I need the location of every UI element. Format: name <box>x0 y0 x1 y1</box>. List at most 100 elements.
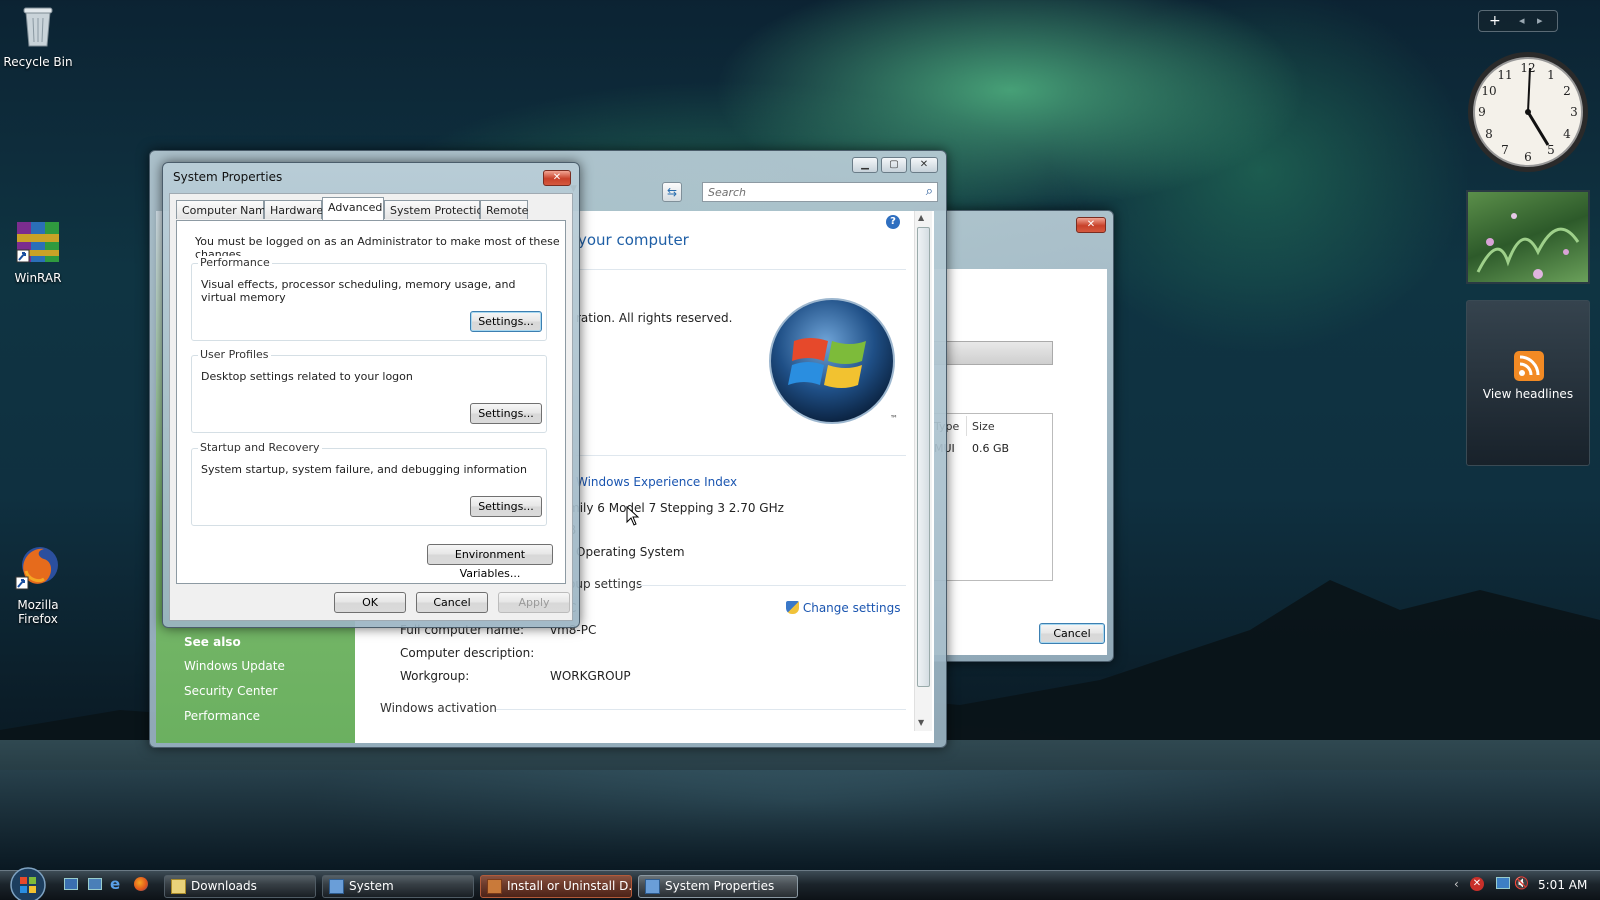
cancel-button[interactable]: Cancel <box>1039 623 1105 644</box>
divider <box>576 269 906 270</box>
tray-expand-icon[interactable]: ‹ <box>1454 877 1459 891</box>
sidebar-controls: + ◂ ▸ <box>1478 10 1558 32</box>
tab-computer-name[interactable]: Computer Name <box>176 200 273 219</box>
svg-text:12: 12 <box>1520 61 1535 75</box>
feed-headlines-gadget[interactable]: View headlines <box>1466 300 1590 466</box>
tab-advanced[interactable]: Advanced <box>322 197 384 220</box>
taskbar-item-system[interactable]: System <box>322 875 474 898</box>
slideshow-gadget[interactable] <box>1466 190 1590 284</box>
search-input[interactable]: Search ⌕ <box>702 182 938 202</box>
user-profiles-title: User Profiles <box>198 348 271 361</box>
close-icon[interactable]: ✕ <box>910 157 938 173</box>
performance-title: Performance <box>198 256 272 269</box>
row-size: 0.6 GB <box>972 442 1010 455</box>
feed-label[interactable]: View headlines <box>1467 387 1589 401</box>
change-settings-label: Change settings <box>802 601 901 615</box>
startup-recovery-settings-button[interactable]: Settings... <box>470 496 542 517</box>
activation-heading: Windows activation <box>380 701 497 715</box>
shield-icon <box>786 601 799 614</box>
experience-index-link[interactable]: Windows Experience Index <box>576 475 737 489</box>
divider <box>576 455 906 456</box>
help-icon[interactable]: ? <box>886 215 900 229</box>
see-also-performance[interactable]: Performance <box>184 709 260 723</box>
user-profiles-group: User Profiles Desktop settings related t… <box>191 348 547 433</box>
next-gadget-icon[interactable]: ▸ <box>1537 14 1543 27</box>
column-header-size[interactable]: Size <box>972 420 995 433</box>
lake-reflection <box>0 740 1600 870</box>
installer-icon <box>487 879 502 894</box>
svg-text:1: 1 <box>1547 68 1555 82</box>
svg-text:5: 5 <box>1547 143 1555 157</box>
taskbar-clock[interactable]: 5:01 AM <box>1538 878 1587 892</box>
field-value: WORKGROUP <box>550 669 631 683</box>
search-icon[interactable]: ⌕ <box>926 184 933 199</box>
svg-text:7: 7 <box>1501 143 1509 157</box>
processor-value: mily 6 Model 7 Stepping 3 2.70 GHz <box>568 501 784 515</box>
close-icon[interactable]: ✕ <box>1076 217 1106 233</box>
network-icon[interactable] <box>1496 877 1510 889</box>
taskbar-item-label: System <box>349 879 394 893</box>
switch-windows-icon[interactable] <box>88 878 102 890</box>
svg-text:9: 9 <box>1478 105 1486 119</box>
maximize-icon[interactable]: ▢ <box>881 157 907 173</box>
mouse-cursor-icon <box>626 506 640 526</box>
tab-hardware[interactable]: Hardware <box>264 200 323 219</box>
tab-system-protection[interactable]: System Protection <box>384 200 490 219</box>
startup-recovery-group: Startup and Recovery System startup, sys… <box>191 441 547 526</box>
desktop-icon-winrar[interactable]: WinRAR <box>0 220 76 285</box>
user-profiles-settings-button[interactable]: Settings... <box>470 403 542 424</box>
clock-gadget[interactable]: 12 12 3 45 6 78 9 1011 <box>1466 50 1590 174</box>
environment-variables-button[interactable]: Environment Variables... <box>427 544 553 580</box>
desktop-icon-firefox[interactable]: Mozilla Firefox <box>0 543 76 626</box>
internet-explorer-icon[interactable]: e <box>110 875 120 893</box>
vertical-scrollbar[interactable]: ▲ ▼ <box>914 211 932 731</box>
scroll-up-icon[interactable]: ▲ <box>918 213 924 222</box>
refresh-icon[interactable]: ⇆ <box>662 182 682 202</box>
taskbar-item-install-uninstall[interactable]: Install or Uninstall D... <box>480 875 632 898</box>
svg-text:6: 6 <box>1524 150 1532 164</box>
minimize-icon[interactable]: ▁ <box>852 157 878 173</box>
scroll-down-icon[interactable]: ▼ <box>918 718 924 727</box>
tab-remote[interactable]: Remote <box>480 200 528 219</box>
language-list[interactable]: Type Size MUI 0.6 GB <box>929 413 1053 581</box>
see-also-windows-update[interactable]: Windows Update <box>184 659 285 673</box>
volume-muted-icon[interactable]: 🔇 <box>1514 876 1529 890</box>
svg-text:2: 2 <box>1563 84 1571 98</box>
progress-bar <box>929 341 1053 365</box>
desktop-icon-label: WinRAR <box>14 271 62 285</box>
close-icon[interactable]: ✕ <box>543 170 571 186</box>
desktop-icon-recycle-bin[interactable]: Recycle Bin <box>0 4 76 69</box>
recycle-bin-icon <box>23 7 53 47</box>
desktop-icon-label: Recycle Bin <box>3 55 73 69</box>
firefox-quicklaunch-icon[interactable] <box>134 877 148 891</box>
see-also-heading: See also <box>184 635 241 649</box>
add-gadget-icon[interactable]: + <box>1489 13 1501 29</box>
firefox-icon <box>15 547 58 590</box>
show-desktop-icon[interactable] <box>64 878 78 890</box>
system-icon <box>329 879 344 894</box>
taskbar-item-label: Install or Uninstall D... <box>507 879 632 893</box>
see-also-security-center[interactable]: Security Center <box>184 684 277 698</box>
start-orb-icon[interactable] <box>8 865 48 900</box>
desktop-icon-label: Mozilla Firefox <box>17 598 59 626</box>
change-settings-link[interactable]: Change settings <box>786 601 900 615</box>
taskbar-item-downloads[interactable]: Downloads <box>164 875 316 898</box>
performance-settings-button[interactable]: Settings... <box>470 311 542 332</box>
taskbar-item-label: System Properties <box>665 879 775 893</box>
performance-group: Performance Visual effects, processor sc… <box>191 256 547 341</box>
taskbar-item-system-properties[interactable]: System Properties <box>638 875 798 898</box>
svg-text:10: 10 <box>1481 84 1496 98</box>
cancel-button[interactable]: Cancel <box>416 592 488 613</box>
page-heading: your computer <box>578 231 689 249</box>
rss-icon <box>1514 351 1544 381</box>
folder-icon <box>171 879 186 894</box>
system-type-value: Operating System <box>576 545 685 559</box>
system-properties-dialog: System Properties ✕ Computer Name Hardwa… <box>162 162 580 628</box>
ok-button[interactable]: OK <box>334 592 406 613</box>
window-content: Type Size MUI 0.6 GB Cancel <box>929 269 1107 655</box>
apply-button[interactable]: Apply <box>498 592 570 613</box>
prev-gadget-icon[interactable]: ◂ <box>1519 14 1525 27</box>
security-alert-icon[interactable]: ✕ <box>1470 877 1484 891</box>
divider <box>636 585 906 586</box>
scroll-thumb[interactable] <box>917 227 930 687</box>
